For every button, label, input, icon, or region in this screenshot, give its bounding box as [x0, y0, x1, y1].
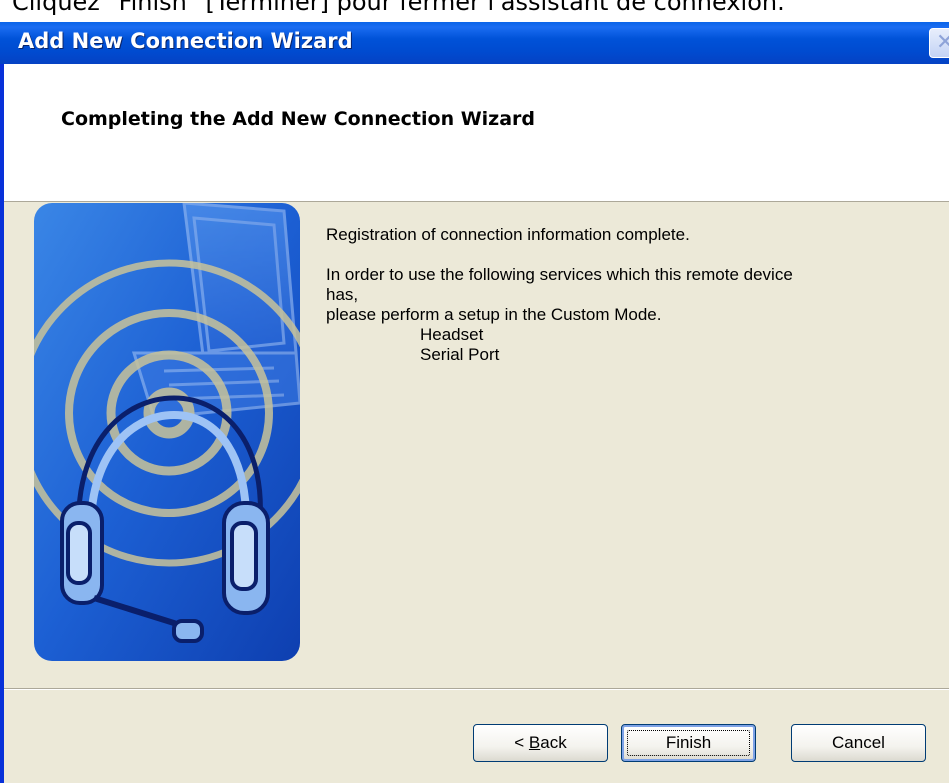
- wizard-header: Completing the Add New Connection Wizard: [4, 64, 949, 202]
- caption-text: Cliquez "Finish" [Terminer] pour fermer …: [12, 0, 785, 16]
- title-bar[interactable]: Add New Connection Wizard ✕: [0, 22, 949, 64]
- window-title: Add New Connection Wizard: [18, 29, 353, 53]
- instruction-line-1: In order to use the following services w…: [326, 265, 793, 284]
- back-accelerator: B: [528, 733, 541, 752]
- instruction-line-2: has,: [326, 285, 359, 304]
- instruction-line-3: please perform a setup in the Custom Mod…: [326, 305, 662, 324]
- back-button-label: < Back: [514, 733, 566, 752]
- service-item-headset: Headset: [420, 325, 484, 344]
- finish-button-label: Finish: [665, 733, 712, 752]
- caption-strip: Cliquez "Finish" [Terminer] pour fermer …: [0, 0, 949, 22]
- close-button[interactable]: ✕: [929, 28, 949, 58]
- service-item-serial-port: Serial Port: [420, 345, 500, 364]
- status-line: Registration of connection information c…: [326, 225, 690, 244]
- bluetooth-headset-laptop-icon: [34, 203, 300, 661]
- finish-button[interactable]: Finish: [621, 724, 756, 762]
- wizard-message: Registration of connection information c…: [326, 225, 926, 365]
- back-arrow-text: <: [514, 733, 529, 752]
- footer-divider: [4, 688, 949, 689]
- back-button[interactable]: < Back: [473, 724, 608, 762]
- cancel-button[interactable]: Cancel: [791, 724, 926, 762]
- screen: Cliquez "Finish" [Terminer] pour fermer …: [0, 0, 949, 783]
- close-icon: ✕: [936, 30, 949, 55]
- page-title: Completing the Add New Connection Wizard: [61, 108, 536, 130]
- cancel-button-label: Cancel: [832, 733, 885, 752]
- wizard-illustration: [34, 203, 300, 661]
- wizard-window: Add New Connection Wizard ✕ Completing t…: [0, 22, 949, 783]
- back-label-rest: ack: [540, 733, 567, 752]
